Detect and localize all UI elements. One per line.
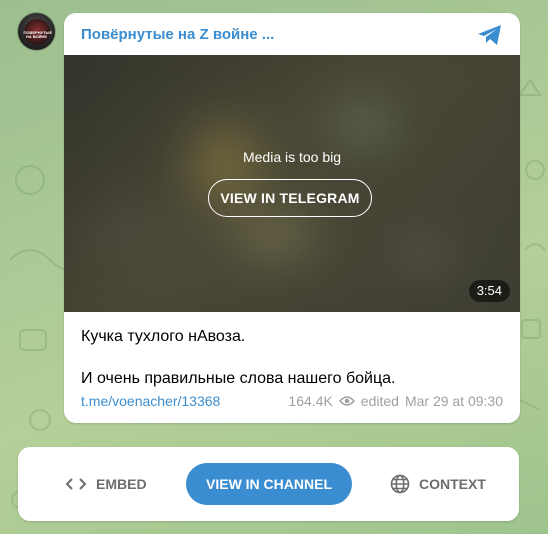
code-icon (65, 478, 87, 490)
avatar-caption: ПОВЕРНУТЫЕ НА ВОЙНЕ (23, 29, 53, 39)
telegram-icon[interactable] (476, 23, 504, 47)
post-header: Повёрнутые на Z войне ... (64, 13, 520, 55)
edited-label: edited (360, 393, 399, 409)
video-duration: 3:54 (468, 280, 510, 302)
post-text-line: И очень правильные слова нашего бойца. (81, 370, 396, 387)
post-text-line: Кучка тухлого нАвоза. (81, 328, 246, 345)
avatar-emblem: ПОВЕРНУТЫЕ НА ВОЙНЕ (23, 18, 53, 45)
view-in-telegram-button[interactable]: VIEW IN TELEGRAM (208, 179, 372, 217)
media-placeholder[interactable]: Media is too big VIEW IN TELEGRAM 3:54 (64, 55, 520, 312)
context-label: CONTEXT (419, 476, 486, 492)
post-footer: t.me/voenacher/13368 164.4K edited Mar 2… (81, 393, 503, 411)
embed-label: EMBED (96, 476, 147, 492)
post-card: Повёрнутые на Z войне ... Media is too b… (64, 13, 520, 423)
channel-avatar[interactable]: ПОВЕРНУТЫЕ НА ВОЙНЕ (18, 13, 55, 50)
action-bar: EMBED VIEW IN CHANNEL CONTEXT (18, 447, 519, 521)
media-too-big-message: Media is too big (242, 149, 342, 165)
globe-icon (390, 474, 410, 494)
view-in-channel-button[interactable]: VIEW IN CHANNEL (186, 463, 352, 505)
post-text: Кучка тухлого нАвоза. И очень правильные… (81, 326, 395, 389)
post-date: Mar 29 at 09:30 (404, 393, 503, 409)
post-meta: 164.4K edited Mar 29 at 09:30 (288, 393, 503, 409)
view-count: 164.4K (288, 393, 333, 409)
context-button[interactable]: CONTEXT (390, 447, 486, 521)
channel-title[interactable]: Повёрнутые на Z войне ... (81, 26, 274, 43)
eye-icon (338, 396, 355, 406)
post-link[interactable]: t.me/voenacher/13368 (81, 393, 220, 409)
embed-button[interactable]: EMBED (65, 447, 147, 521)
